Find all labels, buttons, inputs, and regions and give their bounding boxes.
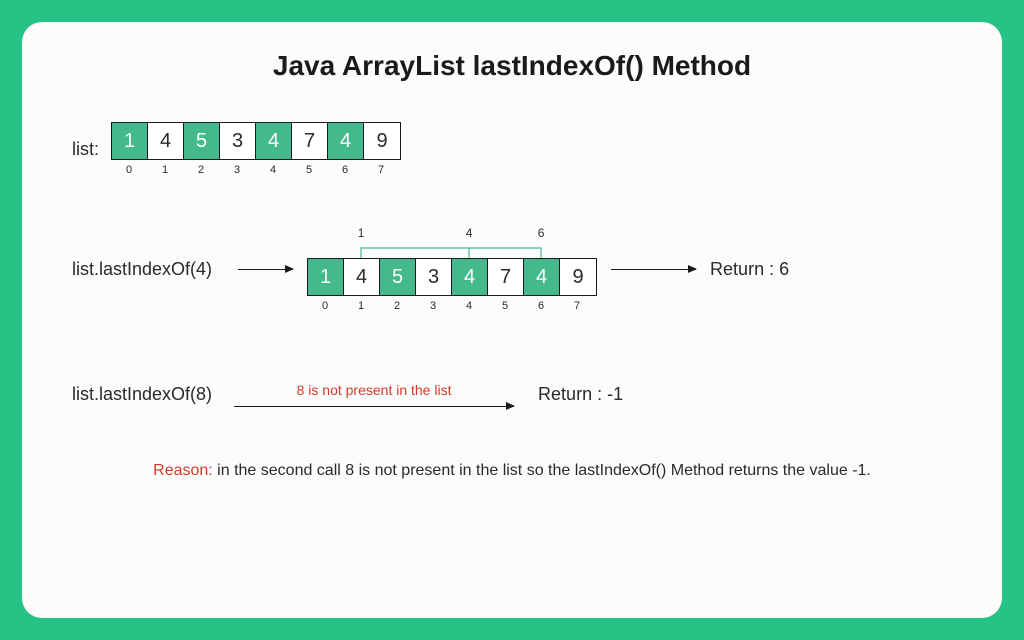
- reason-label: Reason:: [153, 462, 213, 479]
- call-label-1: list.lastIndexOf(4): [72, 259, 212, 280]
- index-label: 1: [343, 296, 379, 312]
- top-mark: 6: [523, 226, 559, 244]
- arrow-icon: [611, 269, 696, 270]
- list-definition-row: list: 1 4 5 3 4 7 4 9 0 1 2 3 4 5 6 7: [72, 122, 952, 176]
- top-marks: 1 4 6: [307, 226, 595, 244]
- index-label: 0: [307, 296, 343, 312]
- index-label: 2: [379, 296, 415, 312]
- cell: 1: [112, 123, 148, 159]
- array-column-2: 1 4 6 1 4 5 3 4 7 4 9 0: [307, 226, 597, 312]
- cell: 4: [344, 259, 380, 295]
- indices-2: 0 1 2 3 4 5 6 7: [307, 296, 595, 312]
- index-label: 1: [147, 160, 183, 176]
- indices-1: 0 1 2 3 4 5 6 7: [111, 160, 401, 176]
- cell: 4: [256, 123, 292, 159]
- index-label: 2: [183, 160, 219, 176]
- cell: 1: [308, 259, 344, 295]
- arrow-icon: [234, 406, 514, 407]
- arrow-with-note: 8 is not present in the list: [224, 382, 524, 407]
- array-2: 1 4 5 3 4 7 4 9: [307, 258, 597, 296]
- cell: 4: [328, 123, 364, 159]
- index-label: 3: [415, 296, 451, 312]
- array-1: 1 4 5 3 4 7 4 9: [111, 122, 401, 160]
- top-mark: 1: [343, 226, 379, 244]
- list-label: list:: [72, 139, 99, 160]
- cell: 7: [292, 123, 328, 159]
- diagram-card: Java ArrayList lastIndexOf() Method list…: [22, 22, 1002, 618]
- cell: 3: [220, 123, 256, 159]
- cell: 4: [452, 259, 488, 295]
- index-label: 4: [451, 296, 487, 312]
- cell: 7: [488, 259, 524, 295]
- index-label: 5: [487, 296, 523, 312]
- reason-text: Reason: in the second call 8 is not pres…: [72, 462, 952, 480]
- index-label: 0: [111, 160, 147, 176]
- cell: 9: [364, 123, 400, 159]
- index-label: 5: [291, 160, 327, 176]
- index-label: 3: [219, 160, 255, 176]
- cell: 9: [560, 259, 596, 295]
- index-label: 7: [559, 296, 595, 312]
- cell: 5: [184, 123, 220, 159]
- index-label: 6: [327, 160, 363, 176]
- page-title: Java ArrayList lastIndexOf() Method: [72, 50, 952, 82]
- index-label: 6: [523, 296, 559, 312]
- cell: 5: [380, 259, 416, 295]
- call-label-2: list.lastIndexOf(8): [72, 384, 212, 405]
- example-2-row: list.lastIndexOf(8) 8 is not present in …: [72, 382, 952, 407]
- arrow-icon: [238, 269, 293, 270]
- top-mark: 4: [451, 226, 487, 244]
- bracket-connector: [307, 244, 595, 258]
- not-present-note: 8 is not present in the list: [297, 382, 452, 398]
- index-label: 4: [255, 160, 291, 176]
- return-1: Return : 6: [710, 259, 789, 280]
- cell: 3: [416, 259, 452, 295]
- array-wrap-1: 1 4 5 3 4 7 4 9 0 1 2 3 4 5 6 7: [111, 122, 401, 176]
- cell: 4: [524, 259, 560, 295]
- cell: 4: [148, 123, 184, 159]
- index-label: 7: [363, 160, 399, 176]
- example-1-row: list.lastIndexOf(4) 1 4 6 1 4 5 3 4: [72, 226, 952, 312]
- reason-body: in the second call 8 is not present in t…: [213, 462, 871, 479]
- return-2: Return : -1: [538, 384, 623, 405]
